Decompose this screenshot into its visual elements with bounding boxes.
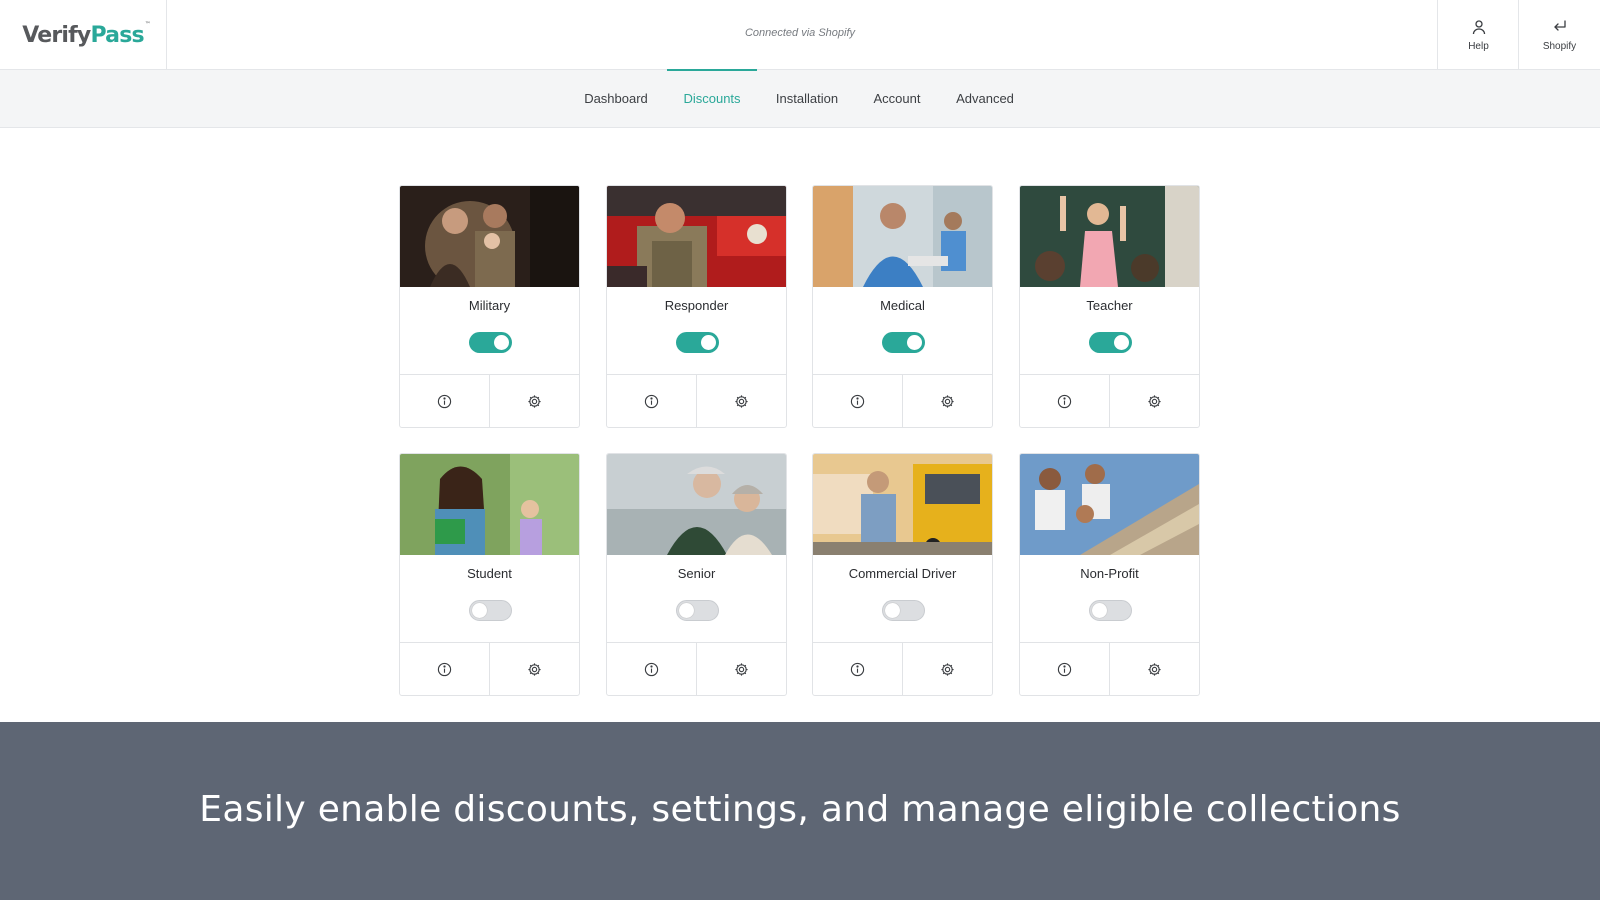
info-icon bbox=[850, 662, 865, 676]
info-button[interactable] bbox=[813, 643, 902, 695]
info-button[interactable] bbox=[607, 375, 696, 427]
enable-toggle[interactable] bbox=[676, 332, 719, 353]
settings-button[interactable] bbox=[1109, 643, 1199, 695]
tab-account[interactable]: Account bbox=[871, 70, 923, 128]
info-button[interactable] bbox=[813, 375, 902, 427]
enable-toggle[interactable] bbox=[1089, 600, 1132, 621]
discount-title: Military bbox=[468, 298, 511, 313]
info-icon bbox=[644, 662, 659, 676]
discount-title: Teacher bbox=[1086, 298, 1133, 313]
return-arrow-icon bbox=[1553, 19, 1566, 31]
settings-button[interactable] bbox=[696, 375, 786, 427]
shopify-button[interactable]: Shopify bbox=[1518, 0, 1600, 70]
settings-button[interactable] bbox=[489, 375, 579, 427]
gear-icon bbox=[528, 662, 541, 676]
discount-card-teacher: Teacher bbox=[1019, 185, 1200, 428]
enable-toggle[interactable] bbox=[676, 600, 719, 621]
discount-card-commercial-driver: Commercial Driver bbox=[812, 453, 993, 696]
banner-caption: Easily enable discounts, settings, and m… bbox=[199, 789, 1401, 830]
info-button[interactable] bbox=[607, 643, 696, 695]
gear-icon bbox=[735, 394, 748, 408]
gear-icon bbox=[735, 662, 748, 676]
gear-icon bbox=[941, 662, 954, 676]
discount-title: Responder bbox=[664, 298, 729, 313]
discount-title: Non-Profit bbox=[1080, 566, 1139, 581]
truck-driver-photo bbox=[813, 454, 992, 555]
gear-icon bbox=[528, 394, 541, 408]
discount-card-student: Student bbox=[399, 453, 580, 696]
help-label: Help bbox=[1468, 40, 1489, 52]
info-button[interactable] bbox=[400, 643, 489, 695]
shopify-label: Shopify bbox=[1542, 40, 1577, 52]
gear-icon bbox=[1148, 394, 1161, 408]
enable-toggle[interactable] bbox=[469, 332, 512, 353]
discount-title: Medical bbox=[880, 298, 925, 313]
discount-title: Senior bbox=[677, 566, 716, 581]
discount-card-senior: Senior bbox=[606, 453, 787, 696]
logo[interactable]: VerifyPass ™ bbox=[0, 0, 167, 70]
info-icon bbox=[1057, 394, 1072, 408]
info-icon bbox=[437, 394, 452, 408]
senior-couple-photo bbox=[607, 454, 786, 555]
settings-button[interactable] bbox=[696, 643, 786, 695]
tab-discounts[interactable]: Discounts bbox=[667, 69, 757, 128]
settings-button[interactable] bbox=[1109, 375, 1199, 427]
user-icon bbox=[1472, 19, 1485, 34]
settings-button[interactable] bbox=[489, 643, 579, 695]
firefighter-photo bbox=[607, 186, 786, 287]
enable-toggle[interactable] bbox=[882, 332, 925, 353]
connection-status: Connected via Shopify bbox=[744, 27, 856, 39]
logo-text-pass: Pass bbox=[90, 22, 144, 48]
info-button[interactable] bbox=[1020, 643, 1109, 695]
logo-text-verify: Verify bbox=[22, 22, 91, 48]
info-button[interactable] bbox=[1020, 375, 1109, 427]
discount-card-responder: Responder bbox=[606, 185, 787, 428]
discount-title: Commercial Driver bbox=[848, 566, 957, 581]
nurse-photo bbox=[813, 186, 992, 287]
discount-card-medical: Medical bbox=[812, 185, 993, 428]
discount-card-military: Military bbox=[399, 185, 580, 428]
info-icon bbox=[437, 662, 452, 676]
tab-advanced[interactable]: Advanced bbox=[954, 70, 1016, 128]
info-icon bbox=[1057, 662, 1072, 676]
enable-toggle[interactable] bbox=[1089, 332, 1132, 353]
main-nav: Dashboard Discounts Installation Account… bbox=[0, 69, 1600, 128]
enable-toggle[interactable] bbox=[882, 600, 925, 621]
logo-trademark: ™ bbox=[144, 20, 151, 28]
discount-title: Student bbox=[467, 566, 512, 581]
help-button[interactable]: Help bbox=[1437, 0, 1519, 70]
settings-button[interactable] bbox=[902, 643, 992, 695]
info-icon bbox=[850, 394, 865, 408]
volunteers-photo bbox=[1020, 454, 1199, 555]
settings-button[interactable] bbox=[902, 375, 992, 427]
info-button[interactable] bbox=[400, 375, 489, 427]
student-photo bbox=[400, 454, 579, 555]
tab-dashboard[interactable]: Dashboard bbox=[584, 70, 648, 128]
top-bar: VerifyPass ™ Connected via Shopify Help S… bbox=[0, 0, 1600, 70]
discount-card-non-profit: Non-Profit bbox=[1019, 453, 1200, 696]
gear-icon bbox=[1148, 662, 1161, 676]
caption-banner: Easily enable discounts, settings, and m… bbox=[0, 722, 1600, 900]
gear-icon bbox=[941, 394, 954, 408]
enable-toggle[interactable] bbox=[469, 600, 512, 621]
military-family-photo bbox=[400, 186, 579, 287]
tab-installation[interactable]: Installation bbox=[773, 70, 841, 128]
classroom-photo bbox=[1020, 186, 1199, 287]
info-icon bbox=[644, 394, 659, 408]
